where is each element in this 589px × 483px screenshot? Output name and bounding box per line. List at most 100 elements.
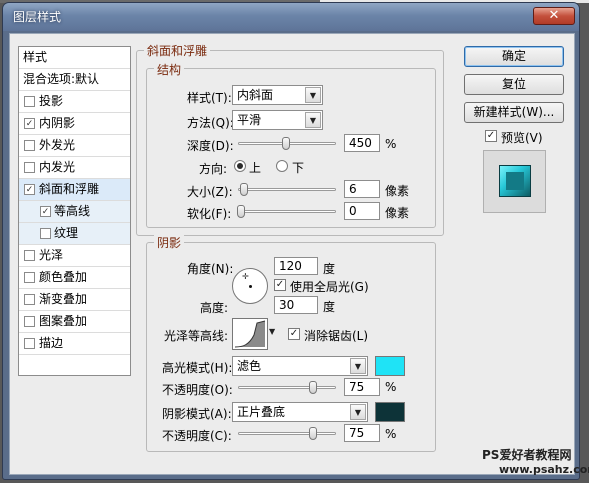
watermark-url: www.psahz.com bbox=[499, 463, 589, 476]
style-list: 样式 混合选项:默认 投影 ✓ 内阴影 外发光 内发光 ✓ 斜面和浮雕 ✓ 等高线 纹… bbox=[18, 46, 131, 376]
preview-swatch bbox=[499, 165, 531, 197]
list-item-label: 外发光 bbox=[39, 138, 76, 152]
style-select[interactable]: 内斜面 ▼ bbox=[232, 85, 323, 105]
contour-curve-icon bbox=[234, 320, 266, 348]
shadow-mode-select[interactable]: 正片叠底 ▼ bbox=[232, 402, 368, 422]
list-item-gradient-overlay[interactable]: 渐变叠加 bbox=[19, 289, 130, 311]
ok-button[interactable]: 确定 bbox=[464, 46, 564, 67]
direction-up-label: 上 bbox=[249, 161, 262, 175]
altitude-input[interactable]: 30 bbox=[274, 296, 318, 314]
preview-checkbox[interactable]: ✓ bbox=[485, 130, 497, 142]
checkbox[interactable]: ✓ bbox=[24, 184, 35, 195]
size-label: 大小(Z): bbox=[187, 185, 233, 199]
shadow-opacity-slider[interactable] bbox=[238, 427, 336, 440]
highlight-opacity-input[interactable]: 75 bbox=[344, 378, 380, 396]
global-light-label: 使用全局光(G) bbox=[290, 280, 369, 294]
highlight-mode-value: 滤色 bbox=[237, 359, 262, 373]
size-slider[interactable] bbox=[238, 183, 336, 196]
global-light-checkbox[interactable]: ✓ bbox=[274, 279, 286, 291]
list-item-bevel-emboss[interactable]: ✓ 斜面和浮雕 bbox=[19, 179, 130, 201]
depth-input[interactable]: 450 bbox=[344, 134, 380, 152]
list-item-drop-shadow[interactable]: 投影 bbox=[19, 91, 130, 113]
checkbox[interactable]: ✓ bbox=[24, 118, 35, 129]
list-item-contour[interactable]: ✓ 等高线 bbox=[19, 201, 130, 223]
checkbox[interactable] bbox=[24, 272, 35, 283]
style-label: 样式(T): bbox=[187, 91, 232, 105]
blending-options[interactable]: 混合选项:默认 bbox=[19, 69, 130, 91]
preview-label: 预览(V) bbox=[501, 131, 543, 145]
shadow-opacity-unit: % bbox=[385, 427, 397, 441]
shadow-mode-value: 正片叠底 bbox=[237, 405, 286, 419]
angle-unit: 度 bbox=[323, 262, 336, 276]
checkbox[interactable] bbox=[24, 250, 35, 261]
shadow-opacity-label: 不透明度(C): bbox=[162, 429, 232, 443]
angle-label: 角度(N): bbox=[187, 262, 234, 276]
crosshair-icon: ✛ bbox=[242, 272, 249, 281]
direction-label: 方向: bbox=[199, 162, 228, 176]
angle-input[interactable]: 120 bbox=[274, 257, 318, 275]
checkbox[interactable] bbox=[40, 228, 51, 239]
list-item-label: 等高线 bbox=[54, 204, 91, 218]
list-item-label: 图案叠加 bbox=[39, 314, 88, 328]
list-item-label: 内发光 bbox=[39, 160, 76, 174]
list-item-label: 内阴影 bbox=[39, 116, 76, 130]
slider-thumb[interactable] bbox=[237, 205, 245, 218]
checkbox[interactable] bbox=[24, 316, 35, 327]
technique-select[interactable]: 平滑 ▼ bbox=[232, 110, 323, 130]
altitude-label: 高度: bbox=[200, 301, 229, 315]
highlight-opacity-unit: % bbox=[385, 380, 397, 394]
slider-thumb[interactable] bbox=[240, 183, 248, 196]
checkbox[interactable]: ✓ bbox=[40, 206, 51, 217]
list-item-satin[interactable]: 光泽 bbox=[19, 245, 130, 267]
list-item-pattern-overlay[interactable]: 图案叠加 bbox=[19, 311, 130, 333]
new-style-button[interactable]: 新建样式(W)... bbox=[464, 102, 564, 123]
preview-inner bbox=[506, 172, 524, 190]
gloss-contour-label: 光泽等高线: bbox=[164, 329, 229, 343]
list-item-inner-shadow[interactable]: ✓ 内阴影 bbox=[19, 113, 130, 135]
size-input[interactable]: 6 bbox=[344, 180, 380, 198]
soften-input[interactable]: 0 bbox=[344, 202, 380, 220]
checkbox[interactable] bbox=[24, 140, 35, 151]
slider-thumb[interactable] bbox=[282, 137, 290, 150]
checkbox[interactable] bbox=[24, 162, 35, 173]
slider-thumb[interactable] bbox=[309, 381, 317, 394]
list-item-stroke[interactable]: 描边 bbox=[19, 333, 130, 355]
gloss-contour-picker[interactable] bbox=[232, 318, 268, 350]
style-select-value: 内斜面 bbox=[237, 88, 274, 102]
highlight-opacity-label: 不透明度(O): bbox=[162, 383, 233, 397]
depth-slider[interactable] bbox=[238, 137, 336, 150]
soften-slider[interactable] bbox=[237, 205, 336, 218]
anti-aliased-checkbox[interactable]: ✓ bbox=[288, 328, 300, 340]
chevron-down-icon: ▼ bbox=[350, 404, 366, 420]
structure-title: 结构 bbox=[154, 61, 185, 78]
list-item-color-overlay[interactable]: 颜色叠加 bbox=[19, 267, 130, 289]
highlight-mode-select[interactable]: 滤色 ▼ bbox=[232, 356, 368, 376]
window-title: 图层样式 bbox=[13, 10, 62, 24]
slider-thumb[interactable] bbox=[309, 427, 317, 440]
checkbox[interactable] bbox=[24, 294, 35, 305]
list-item-texture[interactable]: 纹理 bbox=[19, 223, 130, 245]
checkbox[interactable] bbox=[24, 96, 35, 107]
direction-down-radio[interactable] bbox=[276, 160, 288, 172]
list-item-label: 渐变叠加 bbox=[39, 292, 88, 306]
list-item-label: 描边 bbox=[39, 336, 64, 350]
title-bar[interactable]: 图层样式 ✕ bbox=[3, 3, 579, 31]
reset-button[interactable]: 复位 bbox=[464, 74, 564, 95]
list-item-inner-glow[interactable]: 内发光 bbox=[19, 157, 130, 179]
soften-unit: 像素 bbox=[385, 206, 410, 220]
checkbox[interactable] bbox=[24, 338, 35, 349]
close-button[interactable]: ✕ bbox=[533, 7, 575, 25]
styles-header[interactable]: 样式 bbox=[19, 47, 130, 69]
technique-label: 方法(Q): bbox=[187, 116, 234, 130]
list-item-outer-glow[interactable]: 外发光 bbox=[19, 135, 130, 157]
shadow-opacity-input[interactable]: 75 bbox=[344, 424, 380, 442]
angle-dial[interactable]: ✛ bbox=[232, 268, 268, 304]
direction-up-radio[interactable] bbox=[234, 160, 246, 172]
technique-select-value: 平滑 bbox=[237, 113, 262, 127]
highlight-color-swatch[interactable] bbox=[375, 356, 405, 376]
dial-center bbox=[249, 285, 252, 288]
close-icon: ✕ bbox=[548, 8, 560, 23]
shadow-color-swatch[interactable] bbox=[375, 402, 405, 422]
highlight-opacity-slider[interactable] bbox=[238, 381, 336, 394]
chevron-down-icon[interactable]: ▼ bbox=[269, 327, 277, 337]
